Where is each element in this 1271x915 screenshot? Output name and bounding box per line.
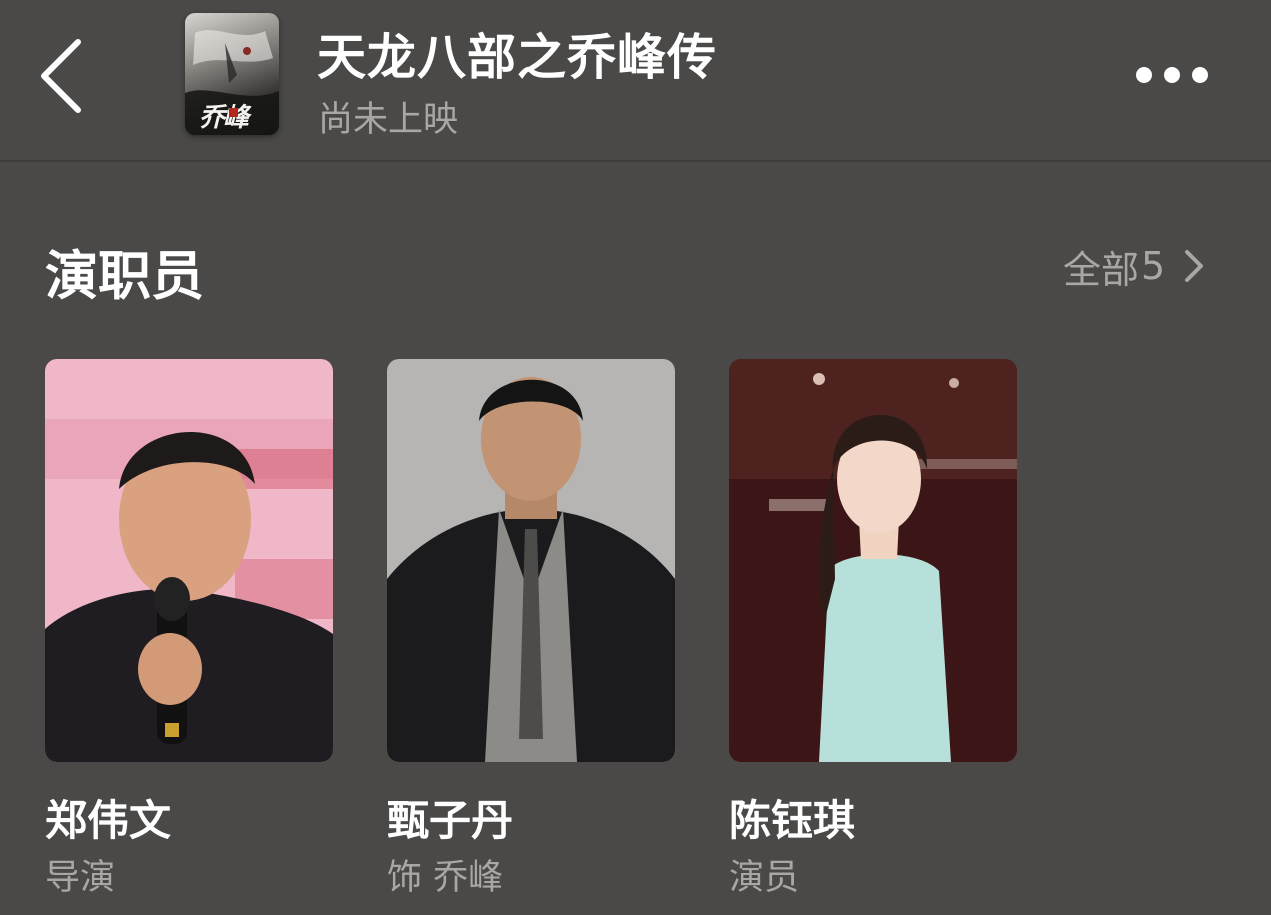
cast-role: 导演 (45, 858, 116, 898)
cast-photo (387, 359, 675, 762)
cast-section-title: 演职员 (45, 246, 204, 307)
poster-red-seal (229, 108, 238, 117)
chevron-left-icon (41, 39, 81, 113)
cast-card[interactable]: 陈钰琪 演员 (729, 359, 1017, 898)
more-horizontal-icon (1164, 67, 1180, 83)
movie-release-status: 尚未上映 (318, 100, 459, 140)
view-all-cast-link[interactable]: 全部 5 (1063, 240, 1205, 292)
more-options-button[interactable] (1130, 60, 1214, 90)
view-all-label: 全部 (1063, 247, 1140, 292)
cast-card[interactable]: 郑伟文 导演 (45, 359, 333, 898)
cast-card[interactable]: 甄子丹 饰 乔峰 (387, 359, 675, 898)
top-nav-bar: 乔峰 天龙八部之乔峰传 尚未上映 (0, 0, 1271, 162)
poster-calligraphy: 乔峰 (199, 103, 249, 133)
chevron-right-icon (1185, 250, 1204, 282)
cast-role: 演员 (729, 858, 800, 898)
cast-role: 饰 乔峰 (387, 858, 504, 898)
movie-title: 天龙八部之乔峰传 (317, 29, 718, 86)
cast-name: 陈钰琪 (729, 796, 856, 845)
more-horizontal-icon (1136, 67, 1152, 83)
cast-name: 郑伟文 (45, 796, 172, 845)
more-horizontal-icon (1192, 67, 1208, 83)
cast-photo (45, 359, 333, 762)
cast-count: 5 (1141, 244, 1166, 288)
cast-photo (729, 359, 1017, 762)
back-button[interactable] (32, 36, 92, 116)
movie-poster-thumbnail[interactable]: 乔峰 (185, 13, 279, 135)
cast-name: 甄子丹 (387, 796, 514, 845)
